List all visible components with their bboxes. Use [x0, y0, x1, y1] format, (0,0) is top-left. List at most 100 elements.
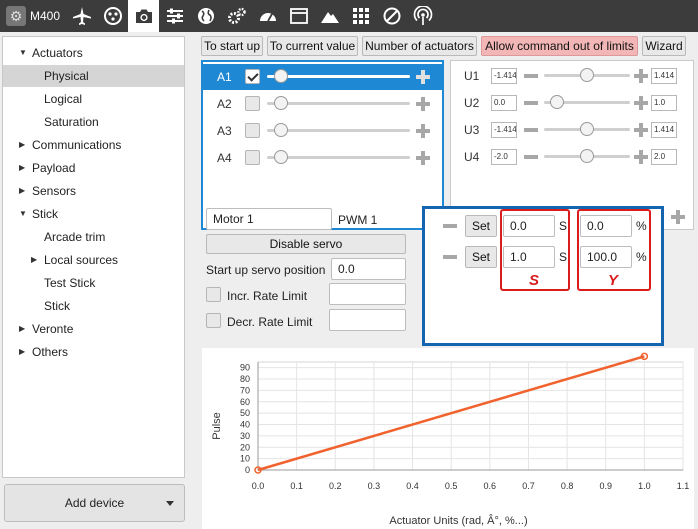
- airplane-tool[interactable]: [66, 0, 97, 32]
- increase-icon[interactable]: [634, 150, 648, 164]
- device-selector[interactable]: ⚙ M400: [0, 0, 66, 32]
- number-of-actuators-button[interactable]: Number of actuators: [362, 36, 477, 56]
- actuator-slider-thumb[interactable]: [274, 150, 289, 164]
- remove-point-icon[interactable]: [443, 255, 457, 259]
- sidebar-item[interactable]: ▶ Communications: [3, 134, 184, 156]
- decrease-icon[interactable]: [524, 101, 538, 105]
- collapsed-arrow-icon[interactable]: ▶: [19, 318, 25, 340]
- incr-rate-limit-checkbox[interactable]: [206, 287, 221, 302]
- min-value-field[interactable]: 0.0: [491, 95, 517, 111]
- servo-name-field[interactable]: Motor 1: [206, 208, 332, 230]
- wizard-button[interactable]: Wizard: [642, 36, 686, 56]
- sidebar-item[interactable]: Arcade trim: [3, 226, 184, 248]
- collapsed-arrow-icon[interactable]: ▶: [19, 341, 25, 363]
- y-tick-label: 10: [240, 454, 250, 464]
- min-value-field[interactable]: -2.0: [491, 149, 517, 165]
- sliders-icon: [166, 8, 183, 24]
- control-slider-thumb[interactable]: [580, 68, 594, 82]
- actuator-checkbox[interactable]: [245, 150, 260, 165]
- add-point-icon[interactable]: [671, 210, 685, 224]
- decrease-icon[interactable]: [524, 155, 538, 159]
- camera-tool[interactable]: [128, 0, 160, 32]
- sidebar-item[interactable]: ▶ Sensors: [3, 180, 184, 202]
- to-current-value-button[interactable]: To current value: [267, 36, 358, 56]
- actuator-slider-track[interactable]: [267, 102, 410, 105]
- sliders-tool[interactable]: [159, 0, 190, 32]
- max-value-field[interactable]: 1.414: [651, 122, 677, 138]
- incr-rate-limit-field[interactable]: [329, 283, 406, 305]
- actuator-slider-thumb[interactable]: [274, 96, 289, 110]
- to-start-up-button[interactable]: To start up: [201, 36, 263, 56]
- decr-rate-limit-field[interactable]: [329, 309, 406, 331]
- add-device-button[interactable]: Add device: [4, 484, 185, 522]
- sidebar-item[interactable]: ▶ Payload: [3, 157, 184, 179]
- collapsed-arrow-icon[interactable]: ▶: [31, 249, 37, 271]
- sidebar-item[interactable]: Logical: [3, 88, 184, 110]
- actuator-increase-icon[interactable]: [416, 124, 430, 138]
- y-tick-label: 0: [245, 465, 250, 475]
- s-annotation-label: S: [529, 272, 540, 289]
- sidebar-item[interactable]: Stick: [3, 295, 184, 317]
- collapsed-arrow-icon[interactable]: ▶: [19, 157, 25, 179]
- gears-tool[interactable]: [221, 0, 252, 32]
- actuator-slider-thumb[interactable]: [274, 69, 289, 83]
- remove-point-icon[interactable]: [443, 224, 457, 228]
- sidebar-item[interactable]: Physical: [3, 65, 184, 87]
- actuator-slider-track[interactable]: [267, 75, 410, 78]
- actuator-increase-icon[interactable]: [416, 70, 430, 84]
- increase-icon[interactable]: [634, 96, 648, 110]
- sidebar-item[interactable]: ▶ Veronte: [3, 318, 184, 340]
- dropdown-caret-icon[interactable]: [166, 501, 174, 506]
- actuator-checkbox[interactable]: [245, 123, 260, 138]
- set-point-button[interactable]: Set: [465, 246, 497, 268]
- control-slider-thumb[interactable]: [549, 95, 564, 109]
- increase-icon[interactable]: [634, 123, 648, 137]
- decrease-icon[interactable]: [524, 128, 538, 132]
- min-value-field[interactable]: -1.414: [491, 122, 517, 138]
- antenna-tool[interactable]: [407, 0, 438, 32]
- actuator-increase-icon[interactable]: [416, 151, 430, 165]
- allow-command-out-of-limits-button[interactable]: Allow command out of limits: [481, 36, 638, 56]
- control-slider-thumb[interactable]: [580, 122, 594, 136]
- prohibit-tool[interactable]: [376, 0, 407, 32]
- decr-rate-limit-checkbox[interactable]: [206, 313, 221, 328]
- grid-tool[interactable]: [345, 0, 376, 32]
- min-value-field[interactable]: -1.414: [491, 68, 517, 84]
- increase-icon[interactable]: [634, 69, 648, 83]
- decrease-icon[interactable]: [524, 74, 538, 78]
- startup-servo-field[interactable]: 0.0: [331, 258, 406, 280]
- collapsed-arrow-icon[interactable]: ▶: [19, 134, 25, 156]
- collapsed-arrow-icon[interactable]: ▶: [19, 180, 25, 202]
- control-slider-thumb[interactable]: [580, 149, 594, 163]
- gauge-tool[interactable]: [252, 0, 283, 32]
- mountain-tool[interactable]: [314, 0, 345, 32]
- set-point-button[interactable]: Set: [465, 215, 497, 237]
- max-value-field[interactable]: 1.414: [651, 68, 677, 84]
- actuator-row[interactable]: A3: [203, 118, 442, 144]
- sidebar-item[interactable]: ▼ Actuators: [3, 42, 184, 64]
- actuator-row[interactable]: A1: [203, 64, 442, 90]
- joystick-tool[interactable]: [97, 0, 128, 32]
- disable-servo-button[interactable]: Disable servo: [206, 234, 406, 254]
- window-tool[interactable]: [283, 0, 314, 32]
- max-value-field[interactable]: 1.0: [651, 95, 677, 111]
- actuator-increase-icon[interactable]: [416, 97, 430, 111]
- actuator-row[interactable]: A2: [203, 91, 442, 117]
- sidebar-item[interactable]: ▶ Others: [3, 341, 184, 363]
- actuator-slider-track[interactable]: [267, 129, 410, 132]
- sidebar-item[interactable]: Saturation: [3, 111, 184, 133]
- expanded-arrow-icon[interactable]: ▼: [19, 42, 27, 64]
- actuator-slider-thumb[interactable]: [274, 123, 289, 137]
- expanded-arrow-icon[interactable]: ▼: [19, 203, 27, 225]
- actuator-checkbox[interactable]: [245, 69, 260, 84]
- globe-tool[interactable]: [190, 0, 221, 32]
- actuator-slider-track[interactable]: [267, 156, 410, 159]
- x-tick-label: 0.8: [561, 481, 574, 491]
- x-tick-label: 0.2: [329, 481, 342, 491]
- actuator-row[interactable]: A4: [203, 145, 442, 171]
- sidebar-item[interactable]: Test Stick: [3, 272, 184, 294]
- sidebar-item[interactable]: ▶ Local sources: [3, 249, 184, 271]
- sidebar-item[interactable]: ▼ Stick: [3, 203, 184, 225]
- max-value-field[interactable]: 2.0: [651, 149, 677, 165]
- actuator-checkbox[interactable]: [245, 96, 260, 111]
